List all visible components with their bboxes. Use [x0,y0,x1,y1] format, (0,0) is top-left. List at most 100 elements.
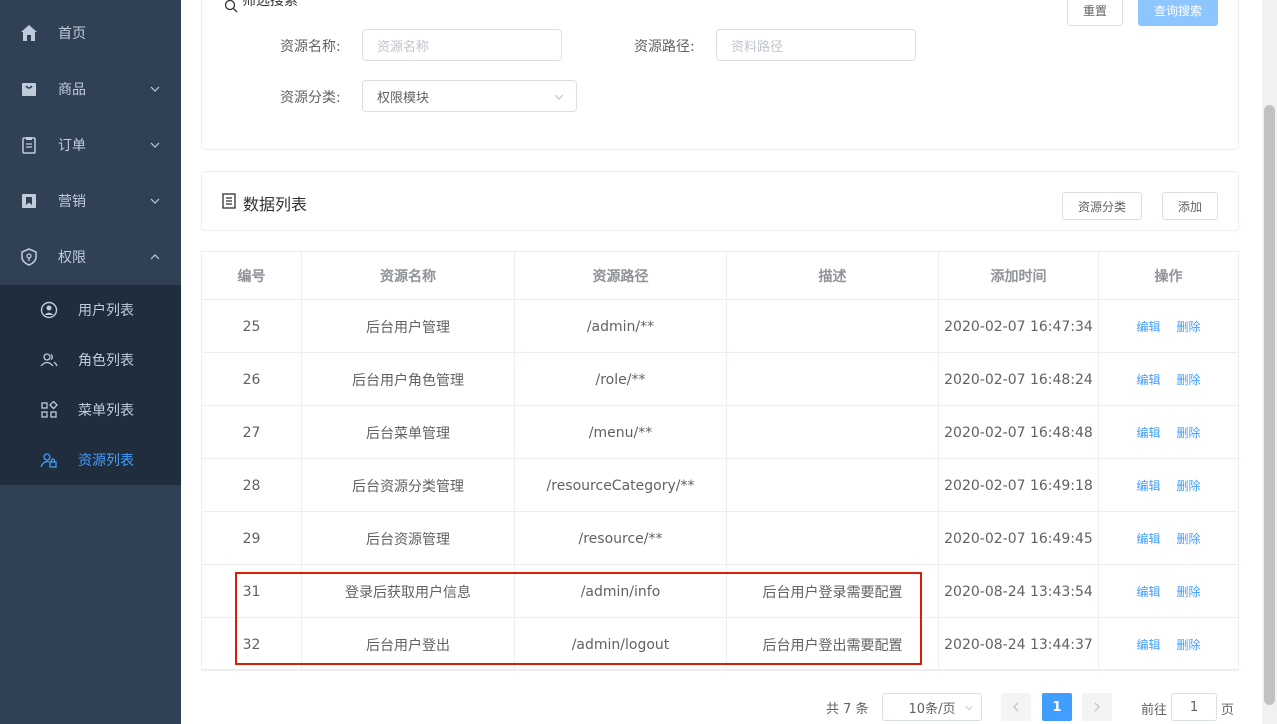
add-button[interactable]: 添加 [1162,192,1218,220]
sidebar-item-label: 权限 [58,250,86,266]
delete-link[interactable]: 删除 [1177,636,1201,653]
sidebar-item-label: 菜单列表 [78,403,134,419]
cell-time: 2020-02-07 16:49:45 [939,512,1099,565]
table-row: 25 后台用户管理/admin/** 2020-02-07 16:47:34 编辑 删除 [202,300,1238,353]
cell-description [727,406,939,459]
page-number-current[interactable]: 1 [1042,693,1072,721]
sidebar-item-label: 订单 [58,138,86,154]
shopping-bag-icon [20,80,38,98]
cell-path: /admin/** [515,300,727,353]
reset-button[interactable]: 重置 [1067,0,1123,26]
edit-link[interactable]: 编辑 [1136,318,1160,335]
sidebar-item-user-list[interactable]: 用户列表 [0,285,181,335]
next-page-button[interactable] [1082,693,1112,721]
column-header-path: 资源路径 [515,252,727,300]
chevron-down-icon [554,94,564,100]
sidebar-item-label: 资源列表 [78,453,134,469]
search-icon [224,0,238,17]
grid-icon [40,401,58,419]
list-icon [222,193,236,213]
resource-category-label: 资源分类: [280,90,341,106]
goto-page-input[interactable]: 1 [1171,693,1217,721]
cell-description [727,300,939,353]
cell-actions: 编辑 删除 [1099,565,1238,618]
permissions-submenu: 用户列表 角色列表 菜单列表 资源列表 [0,285,181,485]
sidebar-item-marketing[interactable]: 营销 [0,173,181,229]
edit-link[interactable]: 编辑 [1136,371,1160,388]
edit-link[interactable]: 编辑 [1136,424,1160,441]
filter-title: 筛选搜索 [242,0,298,9]
page-size-value: 10条/页 [908,701,956,717]
cell-time: 2020-02-07 16:49:18 [939,459,1099,512]
chevron-down-icon [965,706,973,711]
sidebar-item-goods[interactable]: 商品 [0,61,181,117]
chevron-down-icon [150,86,160,92]
cell-id: 28 [202,459,302,512]
delete-link[interactable]: 删除 [1177,318,1201,335]
edit-link[interactable]: 编辑 [1136,477,1160,494]
prev-page-button[interactable] [1001,693,1031,721]
sidebar-item-home[interactable]: 首页 [0,5,181,61]
edit-link[interactable]: 编辑 [1136,636,1160,653]
cell-name: 后台用户登出 [302,618,515,671]
cell-path: /admin/logout [515,618,727,671]
sidebar-item-label: 角色列表 [78,353,134,369]
resource-category-select[interactable]: 权限模块 [362,80,577,112]
delete-link[interactable]: 删除 [1177,371,1201,388]
sidebar-item-label: 商品 [58,82,86,98]
column-header-id: 编号 [202,252,302,300]
sidebar-item-label: 营销 [58,194,86,210]
table-row: 32 后台用户登出/admin/logout 后台用户登出需要配置 2020-08-2… [202,618,1238,671]
delete-link[interactable]: 删除 [1177,424,1201,441]
cell-name: 登录后获取用户信息 [302,565,515,618]
cell-path: /resource/** [515,512,727,565]
cell-description: 后台用户登出需要配置 [727,618,939,671]
cell-name: 后台资源管理 [302,512,515,565]
page-size-select[interactable]: 10条/页 [882,693,982,721]
table-row: 31 登录后获取用户信息/admin/info 后台用户登录需要配置 2020-08-… [202,565,1238,618]
sidebar-item-orders[interactable]: 订单 [0,117,181,173]
sidebar-item-resource-list[interactable]: 资源列表 [0,435,181,485]
search-button[interactable]: 查询搜索 [1138,0,1218,26]
cell-actions: 编辑 删除 [1099,300,1238,353]
cell-actions: 编辑 删除 [1099,406,1238,459]
column-header-description: 描述 [727,252,939,300]
sidebar-item-label: 用户列表 [78,303,134,319]
sidebar-item-menu-list[interactable]: 菜单列表 [0,385,181,435]
list-title: 数据列表 [243,195,308,214]
column-header-name: 资源名称 [302,252,515,300]
cell-description [727,459,939,512]
pagination-total: 共 7 条 [826,702,869,717]
sidebar-item-role-list[interactable]: 角色列表 [0,335,181,385]
users-icon [40,351,58,369]
delete-link[interactable]: 删除 [1177,530,1201,547]
cell-name: 后台资源分类管理 [302,459,515,512]
chevron-down-icon [150,198,160,204]
cell-actions: 编辑 删除 [1099,353,1238,406]
resource-path-input[interactable]: 资料路径 [716,29,916,61]
resource-name-label: 资源名称: [280,39,341,55]
sidebar-item-permissions[interactable]: 权限 [0,229,181,285]
resource-category-button[interactable]: 资源分类 [1062,192,1142,220]
edit-link[interactable]: 编辑 [1136,530,1160,547]
cell-time: 2020-02-07 16:48:24 [939,353,1099,406]
cell-time: 2020-02-07 16:47:34 [939,300,1099,353]
table-row: 27 后台菜单管理/menu/** 2020-02-07 16:48:48 编辑 删除 [202,406,1238,459]
resource-table: 编号 资源名称 资源路径 描述 添加时间 操作 25 后台用户管理/admin/*… [201,251,1239,671]
user-circle-icon [40,301,58,319]
cell-name: 后台用户角色管理 [302,353,515,406]
cell-path: /resourceCategory/** [515,459,727,512]
scrollbar-thumb[interactable] [1264,105,1275,705]
cell-actions: 编辑 删除 [1099,512,1238,565]
resource-name-input[interactable]: 资源名称 [362,29,562,61]
cell-actions: 编辑 删除 [1099,618,1238,671]
edit-link[interactable]: 编辑 [1136,583,1160,600]
sidebar: 首页 商品 订单 营销 权限 用户列表 角色列表 菜单列表 资源列表 [0,0,181,724]
delete-link[interactable]: 删除 [1177,583,1201,600]
cell-id: 25 [202,300,302,353]
column-header-actions: 操作 [1099,252,1238,300]
delete-link[interactable]: 删除 [1177,477,1201,494]
cell-time: 2020-08-24 13:43:54 [939,565,1099,618]
cell-id: 29 [202,512,302,565]
resource-category-value: 权限模块 [377,90,430,106]
